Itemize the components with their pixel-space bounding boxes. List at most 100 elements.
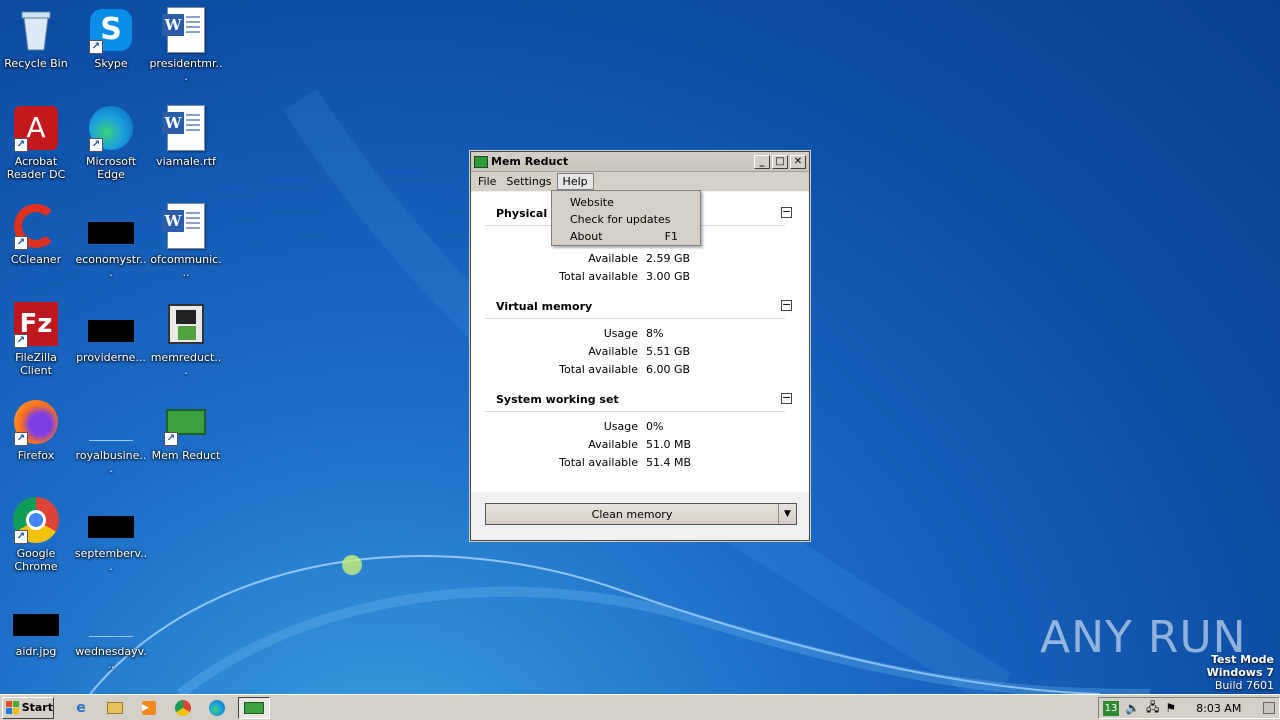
desktop-icon-recycle-bin[interactable]: Recycle Bin	[0, 6, 75, 70]
chrome-taskbar-icon[interactable]	[170, 697, 196, 719]
shortcut-arrow-icon: ↗	[14, 236, 28, 250]
mem-reduct-tray-icon[interactable]: 13	[1103, 700, 1119, 716]
dropdown-arrow-icon[interactable]: ▼	[778, 504, 796, 524]
stat-key: Available	[588, 345, 638, 358]
shortcut-arrow-icon: ↗	[14, 530, 28, 544]
stat-value: 0%	[646, 420, 664, 433]
desktop-icon-edge[interactable]: ↗ Microsoft Edge	[72, 104, 150, 181]
menu-settings[interactable]: Settings	[501, 174, 556, 189]
desktop-icon-label: CCleaner	[10, 253, 62, 266]
desktop-icon-wednesdayv[interactable]: wednesdayv...	[72, 594, 150, 671]
maximize-button[interactable]: □	[772, 154, 788, 169]
skype-icon: S ↗	[87, 6, 135, 54]
collapse-physical-button[interactable]: −	[781, 206, 792, 218]
stat-value: 51.4 MB	[646, 456, 692, 469]
title-bar[interactable]: Mem Reduct _ □ ✕	[471, 152, 809, 172]
desktop-icon-memreduct-installer[interactable]: memreduct...	[147, 300, 225, 377]
close-button[interactable]: ✕	[790, 154, 806, 169]
media-player-icon[interactable]: ▶	[136, 697, 162, 719]
stat-value: 6.00 GB	[646, 363, 691, 376]
section-divider	[485, 318, 785, 319]
desktop-icon-aidr[interactable]: aidr.jpg	[0, 594, 75, 658]
shortcut-arrow-icon: ↗	[14, 432, 28, 446]
mem-reduct-icon: ↗	[162, 398, 210, 446]
watermark-line: Windows 7	[1206, 666, 1274, 679]
menu-item-label: Website	[570, 196, 614, 209]
file-explorer-icon[interactable]	[102, 697, 128, 719]
desktop-icon-label: septemberv...	[74, 547, 148, 573]
edge-taskbar-icon[interactable]	[204, 697, 230, 719]
desktop-icon-ccleaner[interactable]: ↗ CCleaner	[0, 202, 75, 266]
menu-item-about[interactable]: About F1	[552, 228, 700, 245]
desktop-icon-royalbusine[interactable]: royalbusine...	[72, 398, 150, 475]
start-button[interactable]: Start	[2, 696, 54, 719]
stat-key: Usage	[603, 420, 638, 433]
stat-key: Available	[588, 252, 638, 265]
watermark-line: Build 7601	[1214, 679, 1274, 692]
menu-help[interactable]: Help	[556, 173, 594, 190]
desktop-icon-label: memreduct...	[150, 351, 222, 377]
taskbar: Start e ▶ 13 🔈 🖧 ⚑ 8:03 AM	[0, 694, 1280, 720]
minimize-button[interactable]: _	[754, 154, 770, 169]
stat-value: 2.59 GB	[646, 252, 691, 265]
stat-key: Total available	[559, 270, 638, 283]
desktop-icon-septemberv[interactable]: septemberv...	[72, 496, 150, 573]
menu-item-label: About	[570, 230, 603, 243]
desktop-icon-label: royalbusine...	[75, 449, 147, 475]
internet-explorer-icon[interactable]: e	[68, 697, 94, 719]
word-document-icon: W	[162, 104, 210, 152]
desktop-icon-label: ofcommunic...	[150, 253, 222, 279]
black-file-icon	[12, 594, 60, 642]
installer-icon	[162, 300, 210, 348]
desktop-icon-filezilla[interactable]: Fz ↗ FileZilla Client	[0, 300, 75, 377]
stat-row: Usage 8%	[471, 327, 809, 343]
windows-logo-icon	[6, 701, 19, 714]
mem-reduct-taskbar-button[interactable]	[238, 696, 270, 719]
stat-key: Total available	[559, 456, 638, 469]
stat-value: 51.0 MB	[646, 438, 692, 451]
desktop-icon-skype[interactable]: S ↗ Skype	[72, 6, 150, 70]
speaker-icon[interactable]: 🔈	[1125, 701, 1140, 715]
action-center-flag-icon[interactable]: ⚑	[1165, 701, 1176, 715]
collapse-virtual-button[interactable]: −	[781, 299, 792, 311]
shortcut-arrow-icon: ↗	[14, 334, 28, 348]
blank-file-icon	[87, 398, 135, 446]
section-title-system: System working set	[496, 393, 619, 406]
stat-row: Total available 51.4 MB	[471, 456, 809, 472]
acrobat-icon: A ↗	[12, 104, 60, 152]
menu-item-website[interactable]: Website	[552, 194, 700, 211]
desktop-icon-presidentmr[interactable]: W presidentmr...	[147, 6, 225, 83]
shortcut-arrow-icon: ↗	[14, 138, 28, 152]
clock[interactable]: 8:03 AM	[1196, 702, 1241, 715]
desktop-icon-label: wednesdayv...	[75, 645, 147, 671]
desktop-icon-ofcommunic[interactable]: W ofcommunic...	[147, 202, 225, 279]
desktop-icon-mem-reduct[interactable]: ↗ Mem Reduct	[147, 398, 225, 462]
desktop-icon-label: Google Chrome	[14, 547, 58, 573]
recycle-bin-icon	[12, 6, 60, 54]
desktop-icon-economystr[interactable]: economystr...	[72, 202, 150, 279]
desktop-icon-providerne[interactable]: providerne...	[72, 300, 150, 364]
collapse-system-button[interactable]: −	[781, 392, 792, 404]
menu-file[interactable]: File	[473, 174, 501, 189]
stat-row: Usage 0%	[471, 420, 809, 436]
menu-item-check-updates[interactable]: Check for updates	[552, 211, 700, 228]
test-mode-watermark: Test Mode Windows 7 Build 7601	[1207, 653, 1274, 692]
edge-icon: ↗	[87, 104, 135, 152]
network-icon[interactable]: 🖧	[1146, 698, 1159, 719]
desktop-icon-chrome[interactable]: ↗ Google Chrome	[0, 496, 75, 573]
desktop-icon-firefox[interactable]: ↗ Firefox	[0, 398, 75, 462]
show-desktop-button[interactable]	[1263, 702, 1275, 714]
stat-row: Available 5.51 GB	[471, 345, 809, 361]
desktop-icon-label: viamale.rtf	[156, 155, 216, 168]
desktop-icon-viamale[interactable]: W viamale.rtf	[147, 104, 225, 168]
stat-key: Available	[588, 438, 638, 451]
stat-key: Total available	[559, 363, 638, 376]
desktop-icon-label: Mem Reduct	[151, 449, 221, 462]
stat-row: Total available 3.00 GB	[471, 270, 809, 286]
window-title: Mem Reduct	[491, 155, 569, 168]
desktop-icon-label: Acrobat Reader DC	[6, 155, 66, 181]
stat-value: 5.51 GB	[646, 345, 691, 358]
firefox-icon: ↗	[12, 398, 60, 446]
desktop-icon-acrobat[interactable]: A ↗ Acrobat Reader DC	[0, 104, 75, 181]
clean-memory-button[interactable]: Clean memory ▼	[485, 503, 797, 525]
